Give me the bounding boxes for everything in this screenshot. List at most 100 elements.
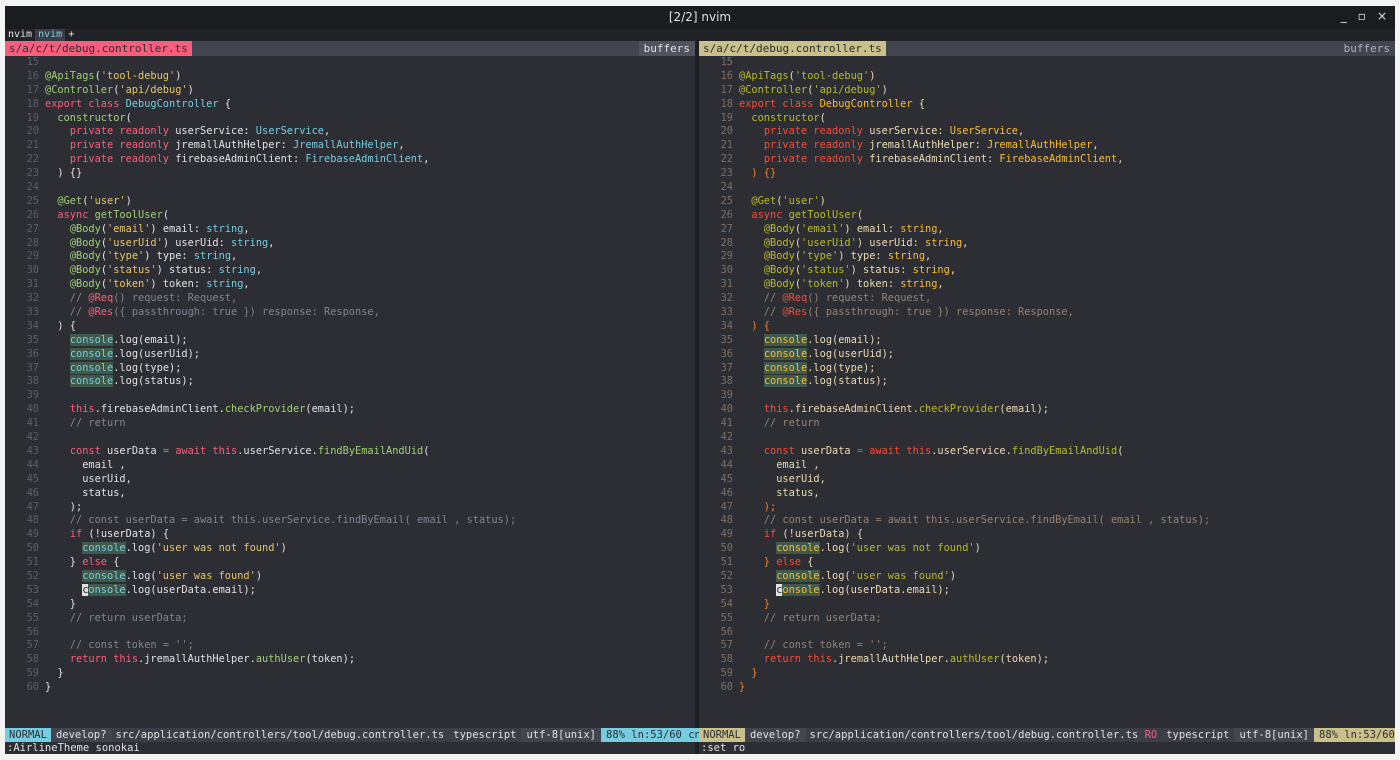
code-line[interactable]: 45 userUid, (5, 473, 695, 487)
code-line[interactable]: 26 async getToolUser( (699, 209, 1395, 223)
code-line[interactable]: 53 console.log(userData.email); (699, 583, 1395, 598)
code-line[interactable]: 51 } else { (699, 556, 1395, 570)
code-line[interactable]: 44 email , (699, 459, 1395, 473)
command-line-right[interactable]: :set ro (701, 742, 1391, 754)
code-line[interactable]: 20 private readonly userService: UserSer… (699, 125, 1395, 139)
code-line[interactable]: 26 async getToolUser( (5, 209, 695, 223)
code-line[interactable]: 58 return this.jremallAuthHelper.authUse… (5, 653, 695, 667)
code-line[interactable]: 60} (5, 681, 695, 695)
add-tab-button[interactable]: + (65, 29, 77, 41)
code-line[interactable]: 35 console.log(email); (5, 333, 695, 348)
code-line[interactable]: 42 (699, 431, 1395, 445)
code-line[interactable]: 52 console.log('user was found') (5, 569, 695, 584)
code-line[interactable]: 24 (5, 181, 695, 195)
code-line[interactable]: 17 @Controller('api/debug') (5, 84, 695, 98)
code-area[interactable]: 15 16 @ApiTags ('tool-debug') 17 @Controller (… (5, 56, 695, 695)
code-line[interactable]: 49 if (!userData) { (699, 528, 1395, 542)
code-line[interactable]: 33 // @Res({ passthrough: true }) respon… (699, 306, 1395, 320)
code-line[interactable]: 23 ) {} (699, 167, 1395, 181)
code-line[interactable]: 29 @Body('type') type: string, (699, 250, 1395, 264)
code-line[interactable]: 31 @Body('token') token: string, (699, 278, 1395, 292)
code-line[interactable]: 39 (5, 389, 695, 403)
code-line[interactable]: 29 @Body('type') type: string, (5, 250, 695, 264)
code-line[interactable]: 57 // const token = ''; (5, 639, 695, 653)
buffer-filename[interactable]: s/a/c/t/debug.controller.ts (699, 41, 886, 56)
code-line[interactable]: 15 (5, 56, 695, 70)
code-line[interactable]: 32 // @Req() request: Request, (699, 292, 1395, 306)
code-line[interactable]: 23 ) {} (5, 167, 695, 181)
code-line[interactable]: 58 return this.jremallAuthHelper.authUse… (699, 653, 1395, 667)
code-line[interactable]: 60} (699, 681, 1395, 695)
code-line[interactable]: 47 ); (699, 501, 1395, 515)
code-line[interactable]: 40 this.firebaseAdminClient.checkProvide… (699, 403, 1395, 417)
code-line[interactable]: 36 console.log(userUid); (5, 347, 695, 362)
code-line[interactable]: 18 export class DebugController { (699, 98, 1395, 112)
code-line[interactable]: 38 console.log(status); (699, 375, 1395, 389)
code-line[interactable]: 37 console.log(type); (5, 361, 695, 376)
editor-pane-right[interactable]: s/a/c/t/debug.controller.ts buffers 15 16… (699, 41, 1395, 728)
command-line-left[interactable]: :AirlineTheme sonokai (7, 742, 693, 754)
code-line[interactable]: 40 this.firebaseAdminClient.checkProvide… (5, 403, 695, 417)
code-line[interactable]: 57 // const token = ''; (699, 639, 1395, 653)
close-icon[interactable]: × (1377, 9, 1387, 23)
code-line[interactable]: 51 } else { (5, 556, 695, 570)
minimize-icon[interactable]: _ (1341, 9, 1347, 23)
code-line[interactable]: 32 // @Req() request: Request, (5, 292, 695, 306)
tab-nvim-2[interactable]: nvim (35, 29, 66, 41)
code-line[interactable]: 48 // const userData = await this.userSe… (5, 514, 695, 528)
code-line[interactable]: 46 status, (699, 487, 1395, 501)
code-line[interactable]: 19 constructor( (699, 112, 1395, 126)
code-area[interactable]: 15 16 @ApiTags ('tool-debug') 17 @Controller (… (699, 56, 1395, 695)
code-line[interactable]: 49 if (!userData) { (5, 528, 695, 542)
code-line[interactable]: 53 console.log(userData.email); (5, 583, 695, 598)
code-line[interactable]: 54 } (699, 598, 1395, 612)
code-line[interactable]: 50 console.log('user was not found') (699, 542, 1395, 556)
code-line[interactable]: 33 // @Res({ passthrough: true }) respon… (5, 306, 695, 320)
code-line[interactable]: 59 } (699, 667, 1395, 681)
code-line[interactable]: 21 private readonly jremallAuthHelper: J… (699, 139, 1395, 153)
code-line[interactable]: 22 private readonly firebaseAdminClient:… (699, 153, 1395, 167)
tab-nvim-1[interactable]: nvim (5, 29, 35, 41)
code-line[interactable]: 27 @Body('email') email: string, (699, 223, 1395, 237)
code-line[interactable]: 55 // return userData; (5, 612, 695, 626)
code-line[interactable]: 16 @ApiTags('tool-debug') (5, 70, 695, 84)
code-line[interactable]: 25 @Get('user') (5, 195, 695, 209)
code-line[interactable]: 17 @Controller('api/debug') (699, 84, 1395, 98)
code-line[interactable]: 45 userUid, (699, 473, 1395, 487)
code-line[interactable]: 50 console.log('user was not found') (5, 542, 695, 556)
code-line[interactable]: 44 email , (5, 459, 695, 473)
code-line[interactable]: 52 console.log('user was found') (699, 569, 1395, 584)
code-line[interactable]: 20 private readonly userService: UserSer… (5, 125, 695, 139)
code-line[interactable]: 56 (5, 626, 695, 640)
code-line[interactable]: 30 @Body('status') status: string, (699, 264, 1395, 278)
maximize-icon[interactable]: ▫ (1358, 9, 1366, 23)
code-line[interactable]: 19 constructor( (5, 112, 695, 126)
code-line[interactable]: 43 const userData = await this.userServi… (5, 445, 695, 459)
code-line[interactable]: 59 } (5, 667, 695, 681)
code-line[interactable]: 25 @Get('user') (699, 195, 1395, 209)
code-line[interactable]: 38 console.log(status); (5, 375, 695, 389)
code-line[interactable]: 41 // return (5, 417, 695, 431)
code-line[interactable]: 56 (699, 626, 1395, 640)
code-line[interactable]: 30 @Body('status') status: string, (5, 264, 695, 278)
code-line[interactable]: 47 ); (5, 501, 695, 515)
code-line[interactable]: 34 ) { (699, 320, 1395, 334)
code-line[interactable]: 28 @Body('userUid') userUid: string, (5, 237, 695, 251)
code-line[interactable]: 28 @Body('userUid') userUid: string, (699, 237, 1395, 251)
code-line[interactable]: 18 export class DebugController { (5, 98, 695, 112)
code-line[interactable]: 46 status, (5, 487, 695, 501)
code-line[interactable]: 16 @ApiTags('tool-debug') (699, 70, 1395, 84)
code-line[interactable]: 34 ) { (5, 320, 695, 334)
code-line[interactable]: 22 private readonly firebaseAdminClient:… (5, 153, 695, 167)
editor-pane-left[interactable]: s/a/c/t/debug.controller.ts buffers 15 16… (5, 41, 695, 728)
code-line[interactable]: 37 console.log(type); (699, 361, 1395, 376)
code-line[interactable]: 55 // return userData; (699, 612, 1395, 626)
code-line[interactable]: 36 console.log(userUid); (699, 347, 1395, 362)
code-line[interactable]: 41 // return (699, 417, 1395, 431)
code-line[interactable]: 54 } (5, 598, 695, 612)
code-line[interactable]: 43 const userData = await this.userServi… (699, 445, 1395, 459)
code-line[interactable]: 27 @Body('email') email: string, (5, 223, 695, 237)
code-line[interactable]: 21 private readonly jremallAuthHelper: J… (5, 139, 695, 153)
code-line[interactable]: 42 (5, 431, 695, 445)
code-line[interactable]: 39 (699, 389, 1395, 403)
